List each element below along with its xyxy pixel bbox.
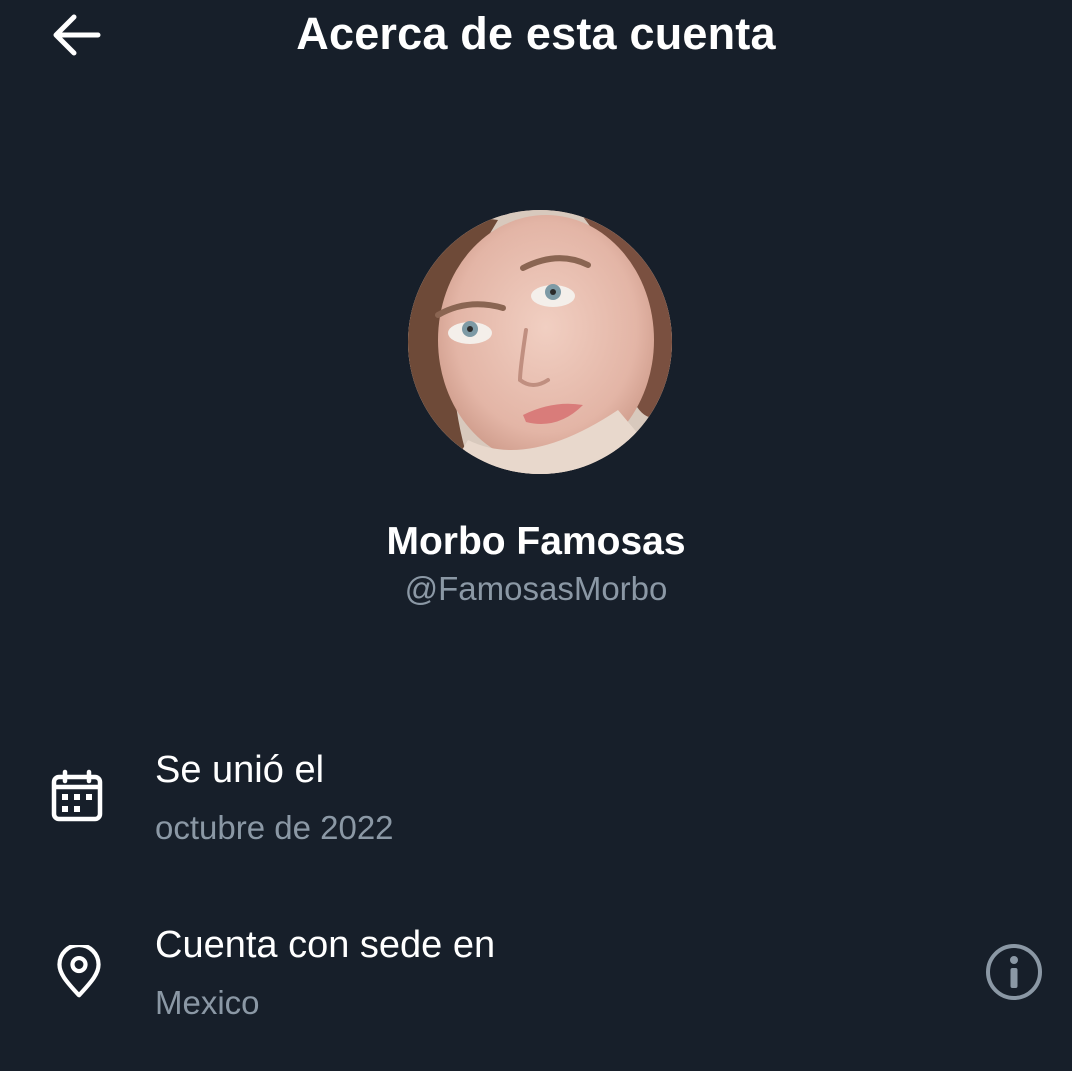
joined-date-row: Se unió el octubre de 2022: [0, 745, 1072, 855]
username-handle: @FamosasMorbo: [404, 570, 668, 607]
profile-photo: [408, 210, 672, 474]
location-pin-icon: [57, 945, 101, 998]
page-title: Acerca de esta cuenta: [296, 8, 776, 59]
joined-label: Se unió el: [155, 749, 325, 791]
avatar[interactable]: [408, 210, 672, 474]
location-value: Mexico: [155, 984, 260, 1021]
joined-value: octubre de 2022: [155, 809, 394, 846]
account-location-row: Cuenta con sede en Mexico: [0, 920, 1072, 1030]
info-icon[interactable]: [984, 942, 1044, 1002]
calendar-icon: [51, 769, 103, 822]
display-name: Morbo Famosas: [386, 520, 686, 563]
about-account-screen: Acerca de esta cuenta Morbo Famosas @Fam…: [0, 0, 1072, 1071]
location-label: Cuenta con sede en: [155, 924, 496, 966]
